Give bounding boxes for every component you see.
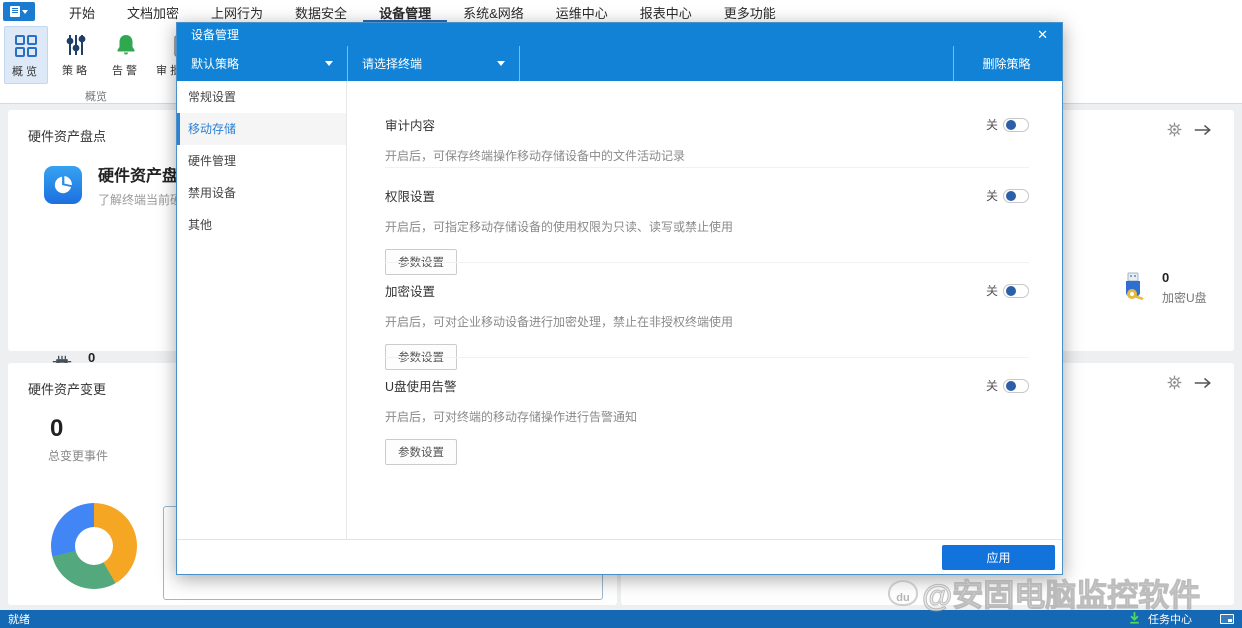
delete-policy-button[interactable]: 删除策略	[951, 46, 1062, 81]
encrypted-usb-stat: 0 加密U盘	[1120, 270, 1207, 306]
usb-label: 加密U盘	[1162, 289, 1207, 306]
policy-dropdown[interactable]: 默认策略	[177, 46, 347, 81]
menu-bar: 开始 文档加密 上网行为 数据安全 设备管理 系统&网络 运维中心 报表中心 更…	[0, 0, 1242, 22]
toggle-state-label: 关	[986, 377, 998, 394]
menu-item-start[interactable]: 开始	[53, 0, 111, 22]
card-title: 硬件资产盘点	[28, 126, 106, 145]
sidebar-item-disabled-devices[interactable]: 禁用设备	[177, 177, 346, 209]
modal-footer: 应用	[177, 539, 1062, 574]
status-bar: 就绪 任务中心	[0, 610, 1242, 628]
total-change-label: 总变更事件	[48, 447, 108, 464]
section-usb-alert: U盘使用告警 关 开启后，可对终端的移动存储操作进行告警通知 参数设置	[385, 376, 1029, 465]
section-description: 开启后，可对终端的移动存储操作进行告警通知	[385, 408, 1029, 425]
modal-sidebar: 常规设置 移动存储 硬件管理 禁用设备 其他	[177, 81, 347, 541]
toggle-switch[interactable]	[1003, 284, 1029, 298]
sidebar-item-mobile-storage[interactable]: 移动存储	[177, 113, 346, 145]
usb-count: 0	[1162, 270, 1207, 285]
gear-icon[interactable]	[1167, 122, 1182, 140]
toggle-state-label: 关	[986, 187, 998, 204]
section-description: 开启后，可对企业移动设备进行加密处理，禁止在非授权终端使用	[385, 313, 1029, 330]
toggle-switch[interactable]	[1003, 189, 1029, 203]
menu-item-web-behavior[interactable]: 上网行为	[195, 0, 279, 22]
menu-item-ops-center[interactable]: 运维中心	[540, 0, 624, 22]
ribbon-item-label: 概览	[12, 63, 40, 79]
sidebar-item-hardware-management[interactable]: 硬件管理	[177, 145, 346, 177]
apply-button[interactable]: 应用	[942, 545, 1055, 570]
policy-dropdown-value: 默认策略	[191, 55, 239, 72]
chevron-down-icon	[22, 10, 28, 14]
ribbon-group-label: 概览	[0, 88, 192, 104]
section-title: 加密设置	[385, 281, 435, 300]
ribbon-item-label: 策略	[62, 62, 90, 78]
total-change-value: 0	[50, 415, 63, 443]
grid-icon	[13, 33, 39, 59]
hardware-hero: 硬件资产盘点 了解终端当前硬件	[44, 162, 194, 208]
sidebar-item-other[interactable]: 其他	[177, 209, 346, 241]
tray-monitor-icon[interactable]	[1220, 614, 1234, 624]
encrypted-usb-icon	[1120, 272, 1146, 305]
toggle-state-label: 关	[986, 116, 998, 133]
sidebar-item-general-settings[interactable]: 常规设置	[177, 81, 346, 113]
app-menu-button[interactable]	[3, 2, 35, 21]
pie-chart-icon	[44, 166, 82, 204]
hardware-change-donut-chart	[51, 503, 137, 589]
ribbon-item-overview[interactable]: 概览	[4, 26, 48, 84]
chevron-down-icon	[325, 61, 333, 66]
ribbon-item-alert[interactable]: 告警	[104, 26, 148, 84]
menu-item-doc-encrypt[interactable]: 文档加密	[111, 0, 195, 22]
menu-item-report-center[interactable]: 报表中心	[624, 0, 708, 22]
section-title: U盘使用告警	[385, 376, 457, 395]
modal-header: 设备管理 ✕	[177, 23, 1062, 46]
usb-alert-toggle[interactable]: 关	[986, 377, 1029, 394]
ribbon-item-label: 告警	[112, 62, 140, 78]
gear-icon[interactable]	[1167, 375, 1182, 393]
menu-item-data-security[interactable]: 数据安全	[279, 0, 363, 22]
bell-icon	[113, 32, 139, 58]
permission-toggle[interactable]: 关	[986, 187, 1029, 204]
section-audit-content: 审计内容 关 开启后，可保存终端操作移动存储设备中的文件活动记录	[385, 115, 1029, 164]
chevron-down-icon	[497, 61, 505, 66]
menu-item-system-network[interactable]: 系统&网络	[447, 0, 540, 22]
modal-toolbar: 默认策略 请选择终端 删除策略	[177, 46, 1062, 81]
menu-item-more[interactable]: 更多功能	[708, 0, 792, 22]
section-description: 开启后，可指定移动存储设备的使用权限为只读、读写或禁止使用	[385, 218, 1029, 235]
encryption-toggle[interactable]: 关	[986, 282, 1029, 299]
app-logo-icon	[10, 6, 20, 17]
ribbon-item-policy[interactable]: 策略	[54, 26, 98, 84]
section-title: 权限设置	[385, 186, 435, 205]
toggle-switch[interactable]	[1003, 118, 1029, 132]
arrow-right-icon[interactable]	[1194, 376, 1212, 393]
modal-content: 审计内容 关 开启后，可保存终端操作移动存储设备中的文件活动记录 权限设置 关 …	[347, 81, 1064, 541]
task-center-link[interactable]: 任务中心	[1148, 611, 1192, 627]
section-title: 审计内容	[385, 115, 435, 134]
modal-title: 设备管理	[191, 26, 239, 43]
device-management-modal: 设备管理 ✕ 默认策略 请选择终端 删除策略 常规设置 移动存储 硬件管理 禁用…	[176, 22, 1063, 575]
arrow-right-icon[interactable]	[1194, 123, 1212, 140]
terminal-dropdown[interactable]: 请选择终端	[348, 46, 519, 81]
audit-toggle[interactable]: 关	[986, 116, 1029, 133]
section-description: 开启后，可保存终端操作移动存储设备中的文件活动记录	[385, 147, 1029, 164]
toggle-state-label: 关	[986, 282, 998, 299]
terminal-dropdown-value: 请选择终端	[362, 55, 422, 72]
sliders-icon	[63, 32, 89, 58]
parameter-settings-button[interactable]: 参数设置	[385, 439, 457, 465]
toggle-switch[interactable]	[1003, 379, 1029, 393]
download-icon	[1129, 612, 1140, 627]
menu-items: 开始 文档加密 上网行为 数据安全 设备管理 系统&网络 运维中心 报表中心 更…	[53, 0, 792, 22]
close-icon[interactable]: ✕	[1037, 28, 1048, 41]
card-title: 硬件资产变更	[28, 379, 106, 398]
status-ready-label: 就绪	[8, 611, 30, 627]
menu-item-device-management[interactable]: 设备管理	[363, 0, 447, 22]
